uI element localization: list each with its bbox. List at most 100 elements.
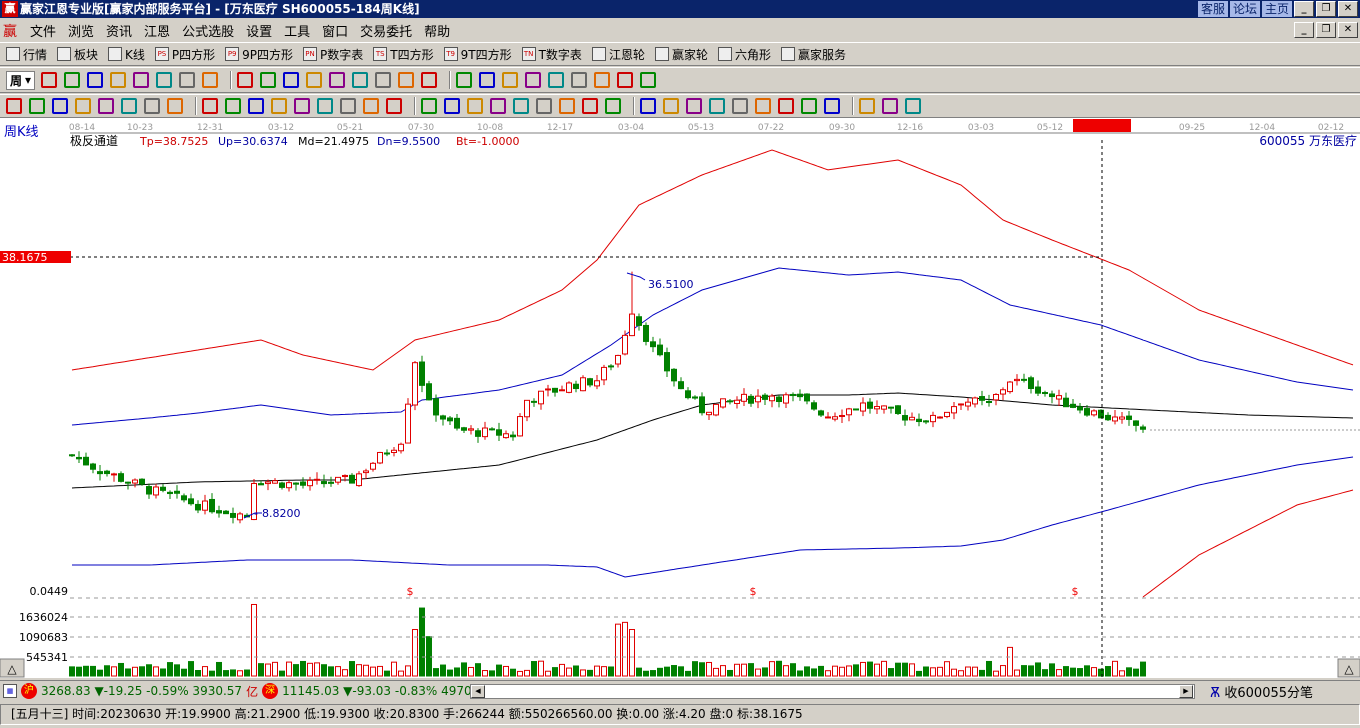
tb3-tool-icon[interactable] bbox=[421, 98, 437, 114]
tb3-tool-icon[interactable] bbox=[444, 98, 460, 114]
toolbar-T四方形[interactable]: TS T四方形 bbox=[373, 46, 434, 63]
menu-gann[interactable]: 江恩 bbox=[138, 21, 176, 40]
toolbar-P四方形[interactable]: PS P四方形 bbox=[154, 46, 215, 63]
tb3-tool-icon[interactable] bbox=[29, 98, 45, 114]
tb3-tool-icon[interactable] bbox=[340, 98, 356, 114]
menu-formula[interactable]: 公式选股 bbox=[176, 21, 240, 40]
tb3-tool-icon[interactable] bbox=[559, 98, 575, 114]
toolbar-赢家轮[interactable]: 赢家轮 bbox=[654, 46, 708, 63]
tb2-tool-icon[interactable] bbox=[594, 72, 611, 88]
tb3-tool-icon[interactable] bbox=[605, 98, 621, 114]
tb3-tool-icon[interactable] bbox=[582, 98, 598, 114]
scroll-left-button[interactable]: ◀ bbox=[471, 685, 485, 698]
tb2-tool-icon[interactable] bbox=[41, 72, 58, 88]
kline-chart[interactable]: 周K线 08-14 10-23 12-31 03-12 05-21 07-30 10-08 1… bbox=[0, 118, 1360, 678]
tb2-tool-icon[interactable] bbox=[525, 72, 542, 88]
tb3-tool-icon[interactable] bbox=[686, 98, 702, 114]
tb2-tool-icon[interactable] bbox=[640, 72, 657, 88]
tb2-tool-icon[interactable] bbox=[421, 72, 438, 88]
grid-icon[interactable]: ▦ bbox=[3, 684, 17, 698]
tb3-tool-icon[interactable] bbox=[882, 98, 898, 114]
tb2-tool-icon[interactable] bbox=[133, 72, 150, 88]
toolbar-P数字表[interactable]: PN P数字表 bbox=[303, 46, 363, 63]
child-restore-button[interactable]: ❐ bbox=[1316, 22, 1336, 38]
tb2-tool-icon[interactable] bbox=[64, 72, 81, 88]
tb2-tool-icon[interactable] bbox=[548, 72, 565, 88]
tb3-tool-icon[interactable] bbox=[75, 98, 91, 114]
toolbar-六角形[interactable]: 六角形 bbox=[717, 46, 771, 63]
tb3-tool-icon[interactable] bbox=[248, 98, 264, 114]
child-close-button[interactable]: ✕ bbox=[1338, 22, 1358, 38]
horizontal-scrollbar[interactable]: ◀ ▶ bbox=[470, 684, 1195, 699]
tb3-tool-icon[interactable] bbox=[202, 98, 218, 114]
tb3-tool-icon[interactable] bbox=[778, 98, 794, 114]
toolbar-9T四方形[interactable]: T9 9T四方形 bbox=[443, 46, 512, 63]
tb3-tool-icon[interactable] bbox=[225, 98, 241, 114]
tb2-tool-icon[interactable] bbox=[329, 72, 346, 88]
tb3-tool-icon[interactable] bbox=[98, 98, 114, 114]
close-button[interactable]: ✕ bbox=[1338, 1, 1358, 17]
tb3-tool-icon[interactable] bbox=[317, 98, 333, 114]
tb3-tool-icon[interactable] bbox=[709, 98, 725, 114]
tb2-tool-icon[interactable] bbox=[283, 72, 300, 88]
tb3-tool-icon[interactable] bbox=[905, 98, 921, 114]
toolbar-行情[interactable]: 行情 bbox=[6, 46, 47, 63]
scroll-right-button[interactable]: ▶ bbox=[1179, 685, 1193, 698]
toolbar-江恩轮[interactable]: 江恩轮 bbox=[591, 46, 645, 63]
tb2-tool-icon[interactable] bbox=[617, 72, 634, 88]
tb3-tool-icon[interactable] bbox=[513, 98, 529, 114]
menu-browse[interactable]: 浏览 bbox=[62, 21, 100, 40]
tb2-tool-icon[interactable] bbox=[479, 72, 496, 88]
toolbar-板块[interactable]: 板块 bbox=[57, 46, 98, 63]
tb2-tool-icon[interactable] bbox=[87, 72, 104, 88]
home-link[interactable]: 主页 bbox=[1261, 1, 1292, 17]
menu-trade[interactable]: 交易委托 bbox=[354, 21, 418, 40]
tb2-tool-icon[interactable] bbox=[502, 72, 519, 88]
tb3-tool-icon[interactable] bbox=[363, 98, 379, 114]
forum-link[interactable]: 论坛 bbox=[1229, 1, 1260, 17]
tb2-tool-icon[interactable] bbox=[202, 72, 219, 88]
toolbar-K线[interactable]: K线 bbox=[108, 46, 145, 63]
toolbar-赢家服务[interactable]: 赢家服务 bbox=[780, 46, 846, 63]
tb3-tool-icon[interactable] bbox=[467, 98, 483, 114]
tb3-tool-icon[interactable] bbox=[167, 98, 183, 114]
tb3-tool-icon[interactable] bbox=[755, 98, 771, 114]
minimize-button[interactable]: _ bbox=[1294, 1, 1314, 17]
menu-help[interactable]: 帮助 bbox=[418, 21, 456, 40]
child-minimize-button[interactable]: _ bbox=[1294, 22, 1314, 38]
tb2-tool-icon[interactable] bbox=[237, 72, 254, 88]
menu-news[interactable]: 资讯 bbox=[100, 21, 138, 40]
service-link[interactable]: 客服 bbox=[1197, 1, 1228, 17]
tb3-tool-icon[interactable] bbox=[663, 98, 679, 114]
tb3-tool-icon[interactable] bbox=[859, 98, 875, 114]
restore-button[interactable]: ❐ bbox=[1316, 1, 1336, 17]
tb2-tool-icon[interactable] bbox=[571, 72, 588, 88]
tb2-tool-icon[interactable] bbox=[352, 72, 369, 88]
menu-tools[interactable]: 工具 bbox=[278, 21, 316, 40]
tb2-tool-icon[interactable] bbox=[456, 72, 473, 88]
tb3-tool-icon[interactable] bbox=[144, 98, 160, 114]
tb3-tool-icon[interactable] bbox=[386, 98, 402, 114]
tb2-tool-icon[interactable] bbox=[179, 72, 196, 88]
menu-window[interactable]: 窗口 bbox=[316, 21, 354, 40]
toolbar-9P四方形[interactable]: P9 9P四方形 bbox=[225, 46, 293, 63]
menu-file[interactable]: 文件 bbox=[24, 21, 62, 40]
tb3-tool-icon[interactable] bbox=[121, 98, 137, 114]
tb3-tool-icon[interactable] bbox=[640, 98, 656, 114]
tb3-tool-icon[interactable] bbox=[271, 98, 287, 114]
chart-canvas[interactable]: 周K线 08-14 10-23 12-31 03-12 05-21 07-30 10-08 1… bbox=[0, 118, 1360, 678]
tb3-tool-icon[interactable] bbox=[732, 98, 748, 114]
tb2-tool-icon[interactable] bbox=[156, 72, 173, 88]
tb3-tool-icon[interactable] bbox=[824, 98, 840, 114]
tb2-tool-icon[interactable] bbox=[110, 72, 127, 88]
tb3-tool-icon[interactable] bbox=[6, 98, 22, 114]
tb3-tool-icon[interactable] bbox=[52, 98, 68, 114]
tb3-tool-icon[interactable] bbox=[536, 98, 552, 114]
period-select[interactable]: 周 ▾ bbox=[6, 70, 36, 90]
tb3-tool-icon[interactable] bbox=[294, 98, 310, 114]
tb2-tool-icon[interactable] bbox=[398, 72, 415, 88]
menu-settings[interactable]: 设置 bbox=[240, 21, 278, 40]
tb3-tool-icon[interactable] bbox=[801, 98, 817, 114]
toolbar-T数字表[interactable]: TN T数字表 bbox=[521, 46, 582, 63]
tb2-tool-icon[interactable] bbox=[306, 72, 323, 88]
